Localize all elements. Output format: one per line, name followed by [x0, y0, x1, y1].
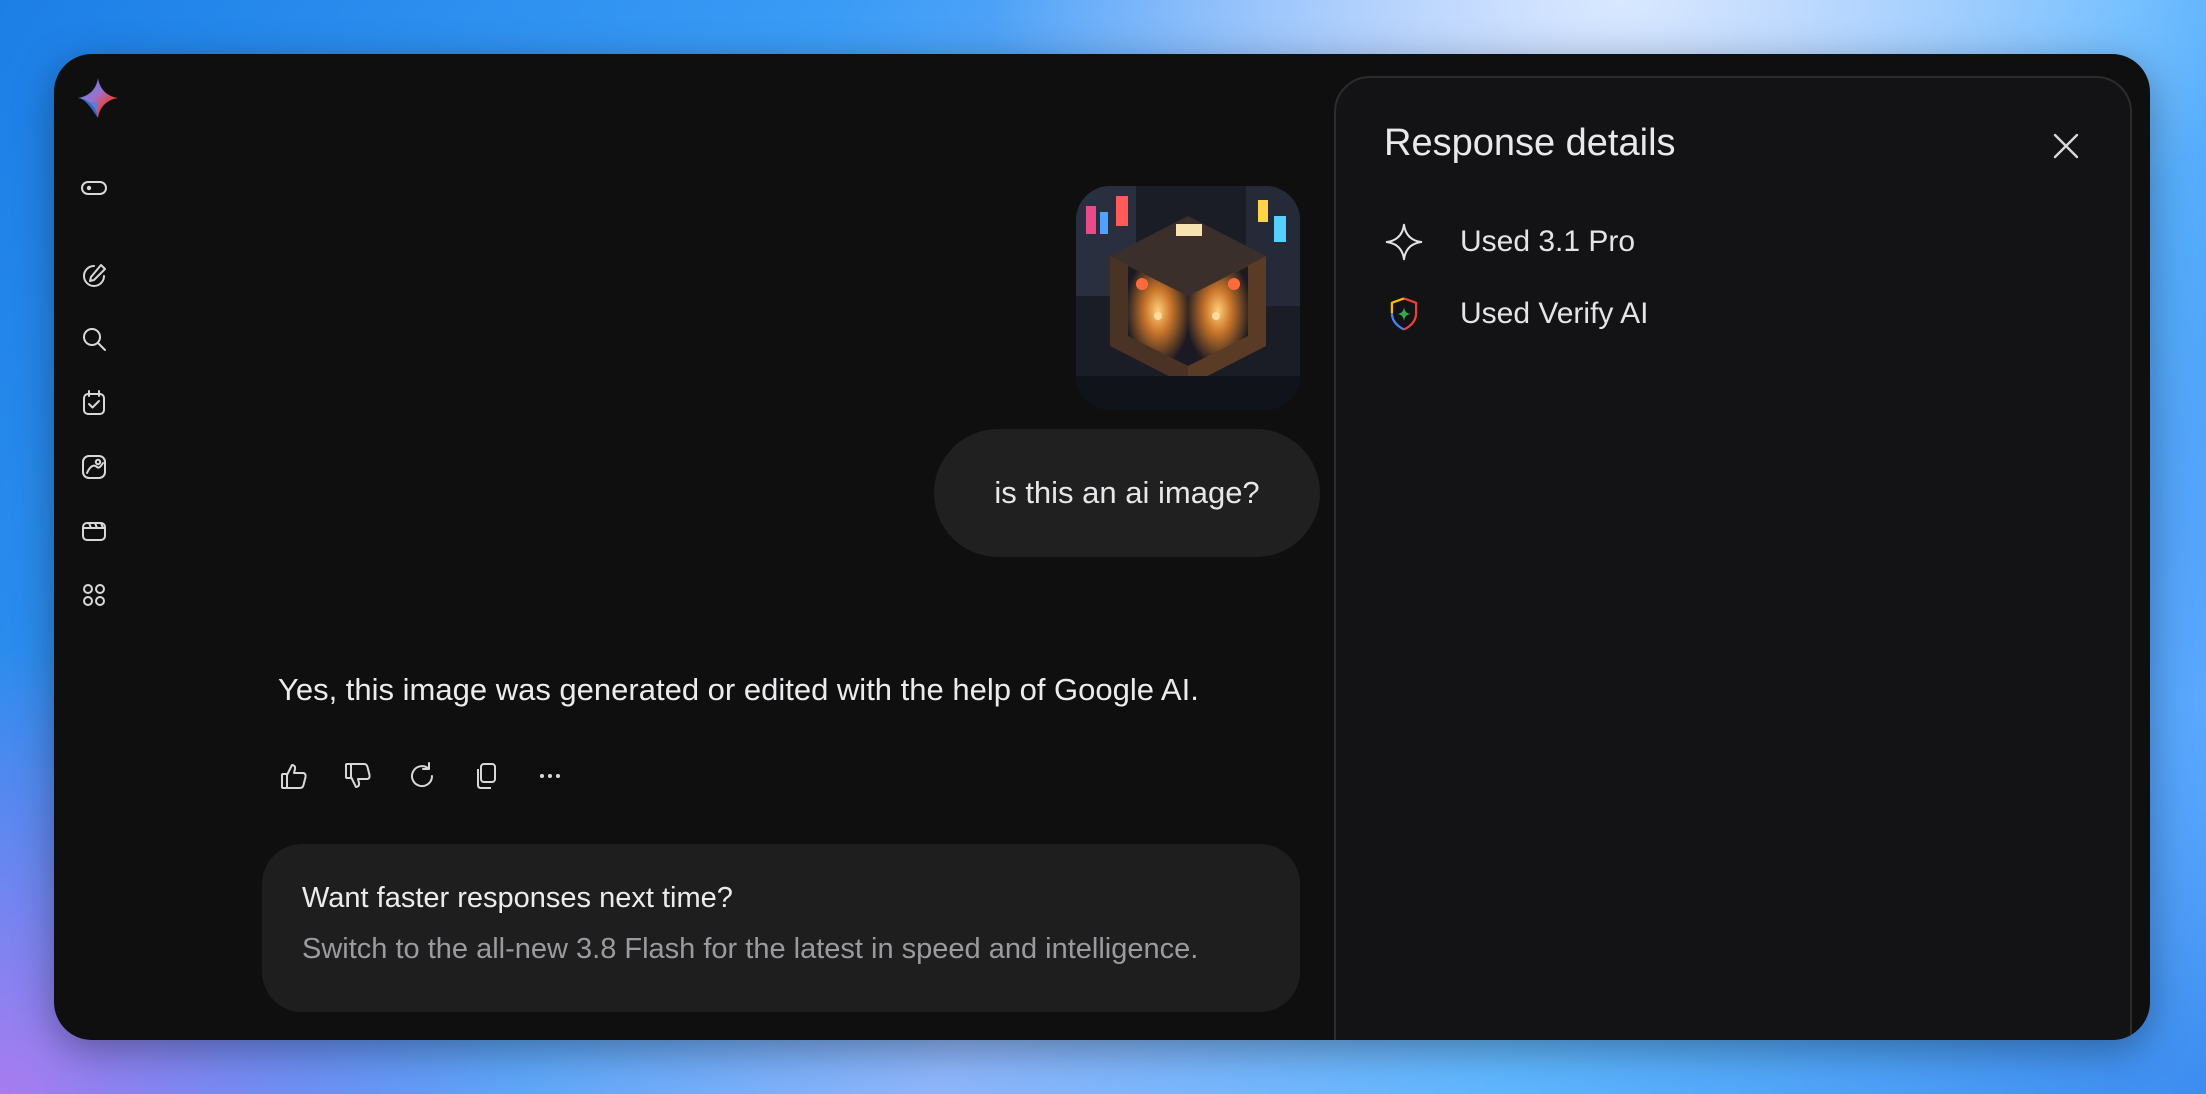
shield-icon	[1382, 292, 1426, 336]
close-icon[interactable]	[2042, 122, 2090, 170]
promo-subtitle: Switch to the all-new 3.8 Flash for the …	[302, 933, 1199, 965]
sidebar-toggle-icon[interactable]	[71, 165, 117, 211]
gemini-logo-icon[interactable]	[76, 76, 120, 120]
detail-item-label: Used 3.1 Pro	[1460, 225, 1636, 258]
search-icon[interactable]	[71, 316, 117, 362]
gallery-icon[interactable]	[71, 444, 117, 490]
app-window: is this an ai image? Yes, this image was…	[54, 54, 2150, 1040]
videos-icon[interactable]	[71, 508, 117, 554]
detail-item-model: Used 3.1 Pro	[1382, 218, 1635, 266]
detail-item-verify: Used Verify AI	[1382, 290, 1648, 338]
new-chat-icon[interactable]	[71, 253, 117, 299]
promo-title: Want faster responses next time?	[302, 882, 733, 914]
sidebar-rail	[54, 54, 146, 1040]
thumbs-down-icon[interactable]	[340, 754, 376, 798]
panel-title: Response details	[1384, 122, 1676, 164]
tasks-icon[interactable]	[71, 380, 117, 426]
model-upgrade-card[interactable]: Want faster responses next time? Switch …	[262, 844, 1300, 1012]
user-message-text: is this an ai image?	[994, 475, 1260, 510]
regenerate-icon[interactable]	[404, 754, 440, 798]
more-options-icon[interactable]	[532, 754, 568, 798]
apps-icon[interactable]	[71, 572, 117, 618]
thumbs-up-icon[interactable]	[276, 754, 312, 798]
sparkle-icon	[1382, 220, 1426, 264]
copy-icon[interactable]	[468, 754, 504, 798]
user-message-bubble: is this an ai image?	[934, 429, 1320, 557]
detail-item-label: Used Verify AI	[1460, 297, 1649, 330]
uploaded-image[interactable]	[1076, 186, 1300, 410]
response-actions	[276, 754, 568, 798]
response-details-panel: Response details Used 3.1 Pro Used Verif…	[1334, 76, 2132, 1040]
model-response-text: Yes, this image was generated or edited …	[278, 672, 1199, 707]
chat-area: is this an ai image? Yes, this image was…	[146, 54, 1386, 1040]
